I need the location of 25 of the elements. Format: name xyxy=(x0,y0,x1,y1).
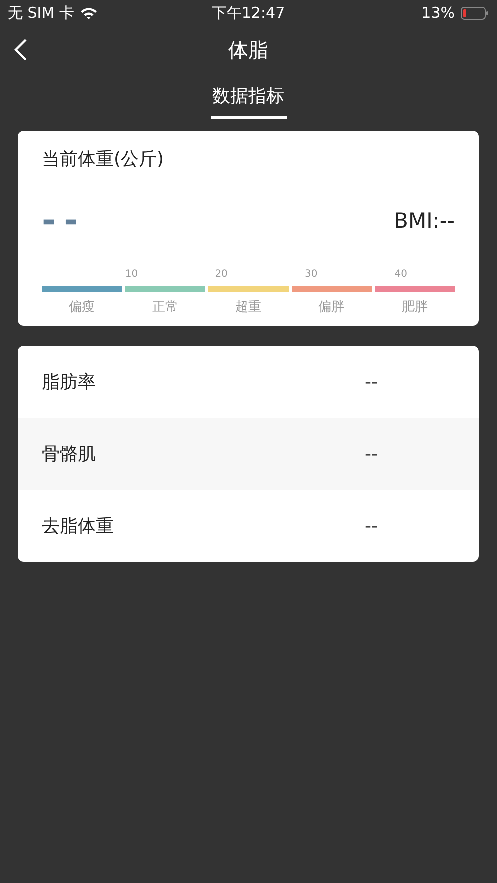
metric-value: -- xyxy=(365,444,379,464)
metric-name: 骨骼肌 xyxy=(42,443,97,466)
metric-value: -- xyxy=(365,516,379,536)
scale-tick: 40 xyxy=(394,269,408,280)
segment-label: 正常 xyxy=(152,299,178,316)
page-title: 体脂 xyxy=(228,36,268,64)
wifi-icon xyxy=(80,6,98,20)
segment-label: 超重 xyxy=(236,299,262,316)
metric-value: -- xyxy=(365,372,379,392)
segment-label: 偏瘦 xyxy=(69,299,96,316)
card-title: 当前体重(公斤) xyxy=(42,148,166,171)
scale-tick: 10 xyxy=(125,269,138,280)
metric-name: 去脂体重 xyxy=(42,515,115,538)
metric-name: 脂肪率 xyxy=(42,371,97,394)
scale-tick: 20 xyxy=(215,269,228,280)
carrier-text: 无 SIM 卡 xyxy=(8,4,74,22)
tab[interactable]: 数据指标 xyxy=(210,80,286,119)
scale-tick: 30 xyxy=(304,269,318,280)
clock-time: 下午12:47 xyxy=(212,4,286,22)
weight-value: -- xyxy=(42,204,86,238)
battery-icon xyxy=(461,6,489,20)
segment-label: 偏胖 xyxy=(318,299,345,316)
bmi-value: BMI:-- xyxy=(394,209,455,233)
battery-percent: 13% xyxy=(422,4,455,22)
segment-label: 肥胖 xyxy=(402,299,428,316)
